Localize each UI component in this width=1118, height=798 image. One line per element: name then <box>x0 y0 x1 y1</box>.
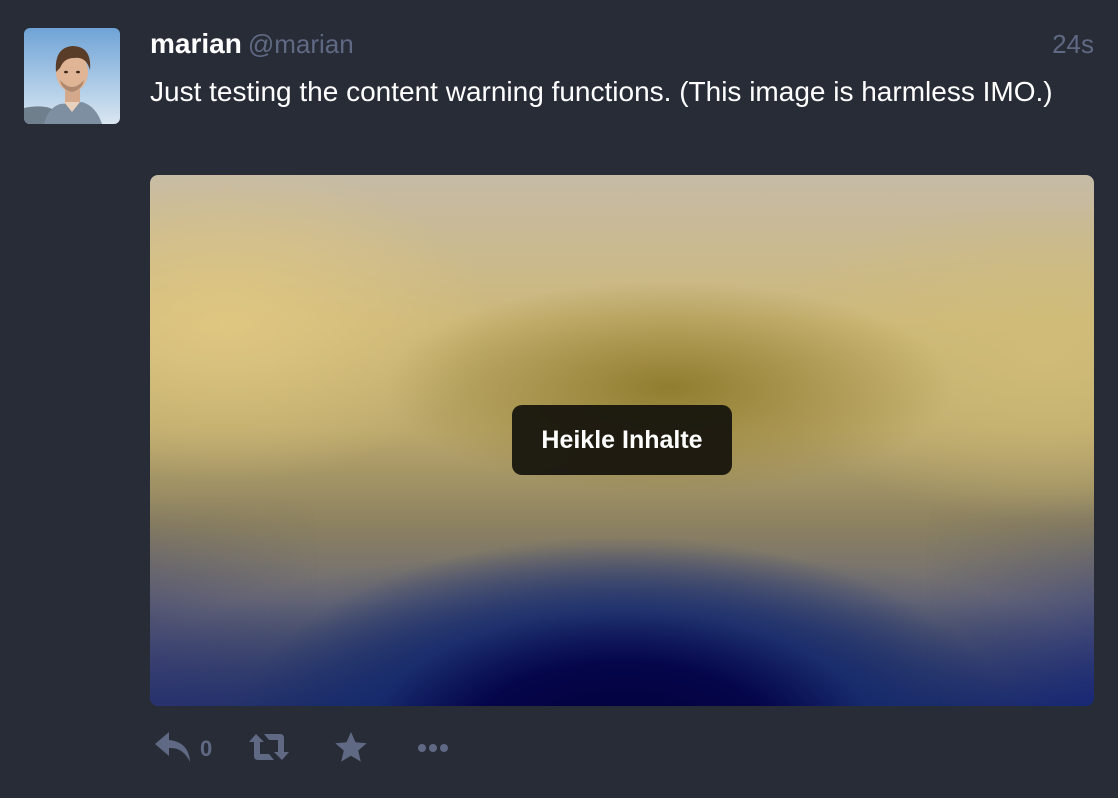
reply-icon <box>154 730 192 769</box>
account-handle[interactable]: @marian <box>248 29 354 59</box>
sensitive-content-button[interactable]: Heikle Inhalte <box>512 405 732 475</box>
timestamp[interactable]: 24s <box>1052 26 1094 62</box>
star-icon <box>334 731 368 768</box>
more-options-button[interactable] <box>418 740 449 758</box>
boost-icon <box>248 732 290 767</box>
action-bar: 0 <box>150 726 449 772</box>
display-name[interactable]: marian <box>150 28 242 59</box>
reply-button[interactable]: 0 <box>154 730 212 769</box>
media-gallery[interactable]: Heikle Inhalte <box>150 175 1094 706</box>
favourite-button[interactable] <box>334 731 368 768</box>
status-header: marian @marian 24s <box>150 26 1094 62</box>
ellipsis-icon <box>418 740 449 758</box>
status-post: marian @marian 24s Just testing the conte… <box>0 0 1118 798</box>
avatar-image <box>24 28 120 124</box>
status-content: Just testing the content warning functio… <box>150 76 1053 107</box>
reply-count: 0 <box>200 736 213 761</box>
boost-button[interactable] <box>248 732 290 767</box>
avatar[interactable] <box>24 28 120 124</box>
